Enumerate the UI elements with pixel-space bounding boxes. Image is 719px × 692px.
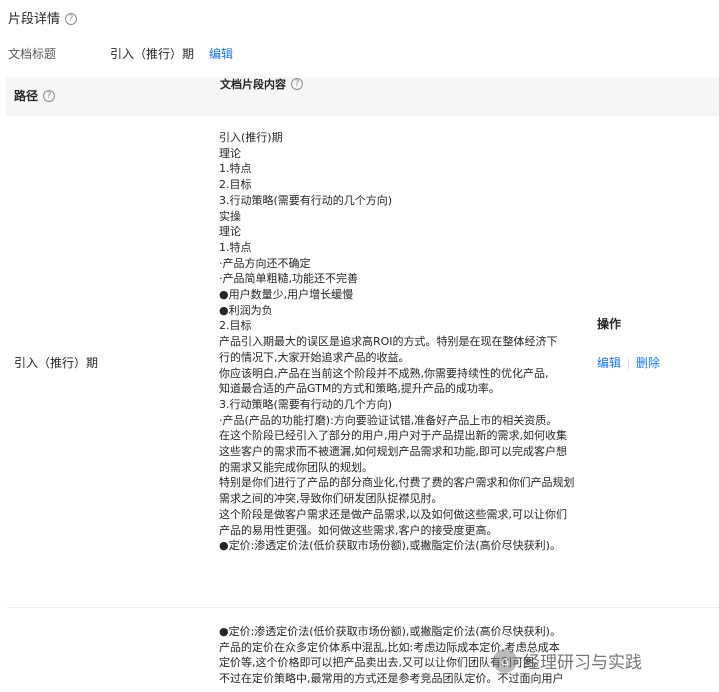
content-line: 3.行动策略(需要有行动的几个方向) [219,193,393,207]
help-icon[interactable]: ? [43,89,56,102]
edit-button[interactable]: 编辑 [597,356,621,370]
column-header-path: 路径? [14,77,56,116]
content-line: 1.特点 [219,162,252,176]
table-header: 路径? 文档片段内容? 操作 [6,77,719,331]
row-path: 引入（推行）期 [14,356,99,370]
content-line: 在这个阶段已经引入了部分的用户,用户对于产品提出新的需求,如何收集 [219,429,567,443]
content-line: 不过在定价策略中,最常用的方式还是参考竞品团队定价。不过面向用户 [219,672,564,686]
content-line: ·产品(产品的功能打磨):方向要验证试错,准备好产品上市的相关资质。 [219,413,558,427]
content-line: 2.目标 [219,319,252,333]
content-line: 产品的易用性更强。如何做这些需求,客户的接受度更高。 [219,523,498,537]
content-line: 2.目标 [219,178,252,192]
content-line: 这个阶段是做客户需求还是做产品需求,以及如何做这些需求,可以让你们 [219,507,567,521]
content-line: 实操 [219,209,241,223]
table-row: 引入（推行）期 引入(推行)期 理论 1.特点 2.目标 3.行动策略(需要有行动的几个… [6,116,719,608]
content-line: 的需求又能完成你团队的规划。 [219,460,373,474]
content-line: 3.行动策略(需要有行动的几个方向) [219,397,393,411]
content-line: 引入(推行)期 [219,131,283,144]
content-line: 1.特点 [219,240,252,254]
content-line: ·产品方向还不确定 [219,256,311,270]
action-divider [628,358,630,369]
doc-title-value: 引入（推行）期 [110,47,195,61]
watermark: ⌂ 经理研习与实践 [493,648,642,673]
content-line: 理论 [219,146,241,160]
content-line: 需求之间的冲突,导致你们研发团队捉襟见肘。 [219,492,443,506]
content-line: 行的情况下,大家开始追求产品的收益。 [219,350,410,364]
content-line: ●利润为负 [219,303,273,317]
content-line: 你应该明白,产品在当前这个阶段并不成熟,你需要持续性的优化产品, [219,366,549,380]
delete-button[interactable]: 删除 [636,356,660,370]
content-line: ·产品简单粗糙,功能还不完善 [219,272,358,286]
doc-title-edit-link[interactable]: 编辑 [209,45,233,63]
content-line: ●用户数量少,用户增长缓慢 [219,288,354,302]
page-title-text: 片段详情 [8,12,61,27]
content-line: ●定价:渗透定价法(低价获取市场份额),或撇脂定价法(高价尽快获利)。 [219,539,561,553]
content-line: ●定价:渗透定价法(低价获取市场份额),或撇脂定价法(高价尽快获利)。 [219,625,561,638]
help-icon[interactable]: ? [291,78,303,90]
content-line: 这些客户的需求而不被遗漏,如何规划产品需求和功能,即可以完成客户想 [219,445,567,459]
help-icon[interactable]: ? [65,12,78,25]
content-line: 特别是你们进行了产品的部分商业化,付费了费的客户需求和你们产品规划 [219,476,575,490]
content-line: 产品引入期最大的误区是追求高ROI的方式。特别是在现在整体经济下 [219,335,558,349]
watermark-logo-icon: ⌂ [493,648,517,673]
content-line: 知道最合适的产品GTM的方式和策略,提升产品的成功率。 [219,382,500,396]
watermark-text: 经理研习与实践 [523,653,642,673]
column-header-content: 文档片段内容? [220,77,590,116]
content-line: 理论 [219,225,241,239]
segment-content: 引入(推行)期 理论 1.特点 2.目标 3.行动策略(需要有行动的几个方向) 实操 理论 1… [219,130,589,554]
row-actions: 编辑 删除 [597,354,660,372]
page-title: 片段详情? [8,11,78,29]
doc-title-label: 文档标题 [8,47,57,61]
